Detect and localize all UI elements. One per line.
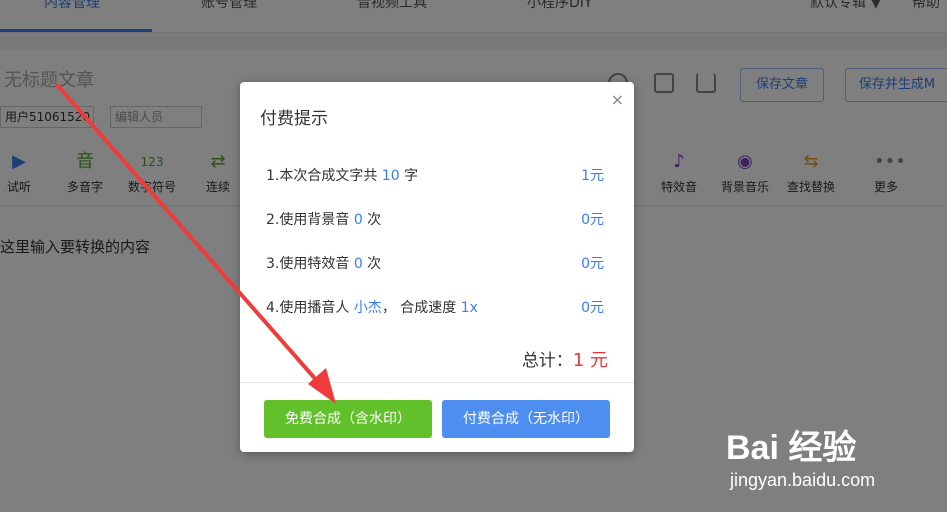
fee-row-effect-sound: 3.使用特效音 0 次 0元 [266,253,604,273]
row-price: 0元 [581,256,604,272]
watermark-url: jingyan.baidu.com [730,470,876,490]
payment-notice-dialog: 付费提示 × 1.本次合成文字共 10 字 1元 2.使用背景音 0 次 0元 … [240,82,634,452]
row-text: 3.使用特效音 [266,256,354,272]
row-text-speed: ， 合成速度 [381,300,461,316]
fee-row-characters: 1.本次合成文字共 10 字 1元 [266,165,604,185]
row-speed-value: 1x [460,300,478,316]
close-icon[interactable]: × [611,90,624,109]
row-value: 10 [381,168,400,184]
row-value: 0 [353,256,363,272]
row-value: 小杰 [353,300,382,316]
dialog-title: 付费提示 [260,109,328,129]
fee-row-announcer: 4.使用播音人 小杰， 合成速度 1x 0元 [266,297,604,317]
row-price: 0元 [581,212,604,228]
row-unit: 次 [362,212,382,228]
row-text: 2.使用背景音 [266,212,354,228]
total-label: 总计： [521,351,573,371]
row-value: 0 [353,212,363,228]
paid-synthesis-button[interactable]: 付费合成（无水印） [442,400,610,438]
row-text: 4.使用播音人 [266,300,354,316]
row-price: 1元 [581,168,604,184]
row-text: 1.本次合成文字共 [266,168,382,184]
row-price: 0元 [581,300,604,316]
total-amount: 1 元 [572,350,608,371]
fee-row-background-sound: 2.使用背景音 0 次 0元 [266,209,604,229]
baidu-logo: Bai 经验 [726,429,857,467]
row-unit: 字 [399,168,419,184]
free-synthesis-button[interactable]: 免费合成（含水印） [264,400,432,438]
dialog-divider [240,382,634,383]
row-unit: 次 [362,256,382,272]
baidu-jingyan-watermark: Bai 经验 jingyan.baidu.com [726,420,926,500]
total-line: 总计：1 元 [522,346,608,372]
